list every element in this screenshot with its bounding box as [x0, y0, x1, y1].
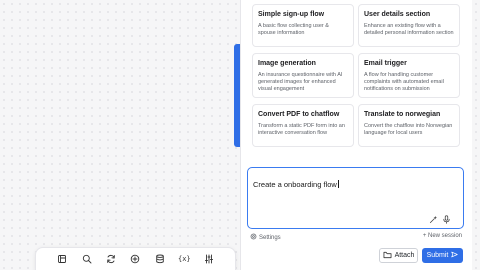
sparkle-icon[interactable] — [429, 215, 438, 224]
send-icon — [451, 251, 459, 260]
template-card-title: Simple sign-up flow — [258, 11, 325, 18]
template-card-image-generation[interactable]: Image generation An insurance questionna… — [252, 53, 354, 98]
template-card-title: User details section — [364, 11, 431, 18]
canvas-toolbar: {x} — [35, 247, 236, 270]
submit-label: Submit — [426, 252, 449, 259]
template-card-description: Enhance an existing flow with a detailed… — [364, 23, 454, 37]
sliders-icon[interactable] — [203, 253, 215, 265]
template-card-convert-pdf[interactable]: Convert PDF to chatflow Transform a stat… — [252, 104, 354, 147]
pages-icon[interactable] — [56, 253, 68, 265]
settings-label: Settings — [259, 234, 281, 241]
new-session-label: + New session — [422, 233, 462, 239]
folder-icon — [383, 251, 392, 261]
submit-button[interactable]: Submit — [422, 248, 463, 263]
template-card-simple-signup[interactable]: Simple sign-up flow A basic flow collect… — [252, 4, 354, 47]
template-card-title: Email trigger — [364, 60, 407, 67]
prompt-actions — [429, 215, 451, 224]
prompt-input[interactable]: Create a onboarding flow — [247, 167, 464, 229]
prompt-input-value: Create a onboarding flow — [253, 180, 337, 189]
template-card-description: An insurance questionnaire with AI gener… — [258, 72, 343, 93]
text-caret — [337, 180, 339, 188]
attach-label: Attach — [394, 252, 415, 259]
template-card-translate-norwegian[interactable]: Translate to norwegian Convert the chatf… — [358, 104, 460, 147]
database-icon[interactable] — [154, 253, 166, 265]
template-card-description: Convert the chatflow into Norwegian lang… — [364, 123, 453, 137]
variables-icon[interactable]: {x} — [178, 253, 191, 265]
template-card-title: Image generation — [258, 60, 316, 67]
refresh-icon[interactable] — [105, 253, 117, 265]
microphone-icon[interactable] — [442, 215, 451, 224]
template-card-description: A flow for handling customer complaints … — [364, 72, 444, 93]
template-card-user-details[interactable]: User details section Enhance an existing… — [358, 4, 460, 47]
search-icon[interactable] — [81, 253, 93, 265]
template-card-description: A basic flow collecting user & spouse in… — [258, 23, 329, 37]
new-session-button[interactable]: + New session — [423, 233, 462, 239]
template-card-title: Convert PDF to chatflow — [258, 111, 340, 118]
template-card-description: Transform a static PDF form into an inte… — [258, 123, 345, 137]
template-card-email-trigger[interactable]: Email trigger A flow for handling custom… — [358, 53, 460, 98]
template-card-title: Translate to norwegian — [364, 111, 441, 118]
attach-button[interactable]: Attach — [379, 248, 418, 263]
add-circle-icon[interactable] — [129, 253, 141, 265]
settings-link[interactable]: Settings — [250, 233, 281, 242]
gear-icon — [250, 233, 257, 242]
